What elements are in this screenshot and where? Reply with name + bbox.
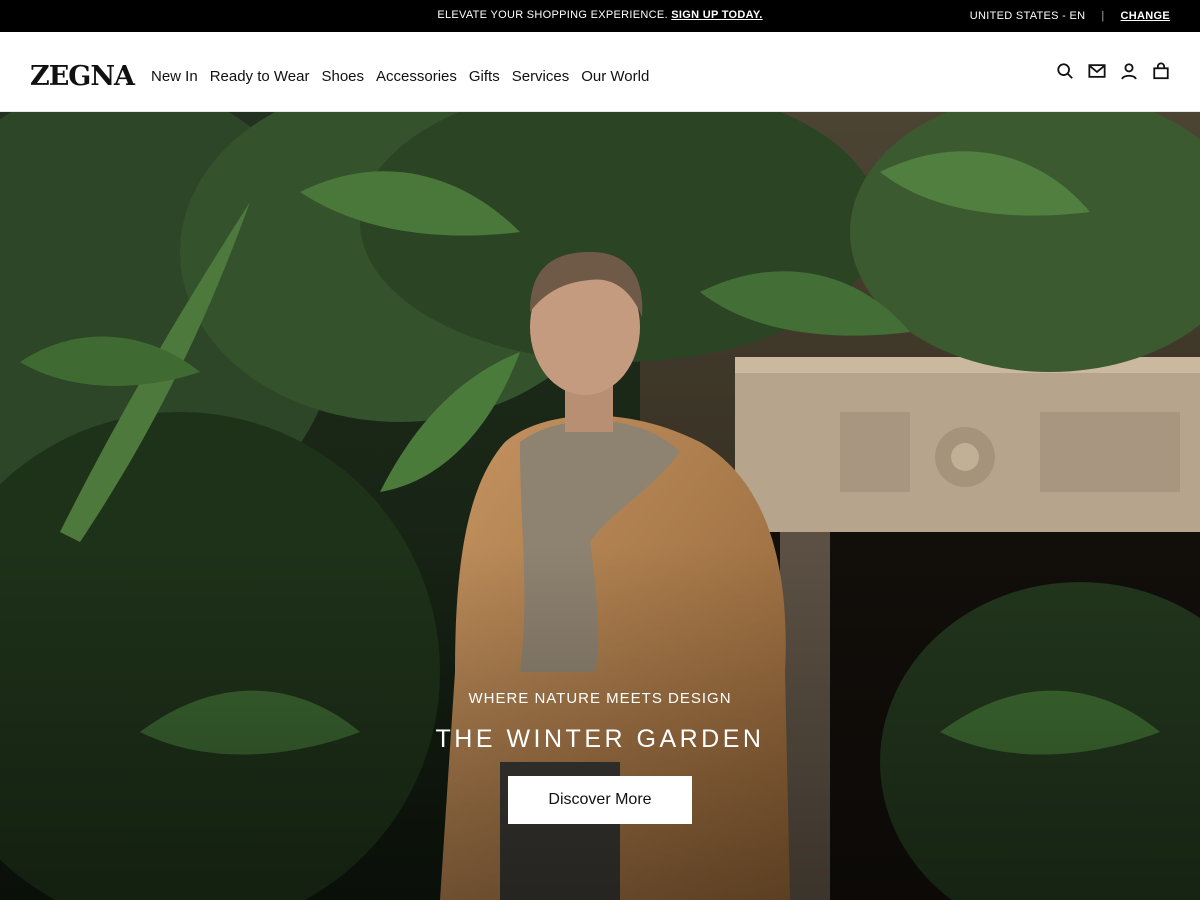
nav-item-our-world[interactable]: Our World xyxy=(581,66,649,88)
hero-banner[interactable]: WHERE NATURE MEETS DESIGN THE WINTER GAR… xyxy=(0,112,1200,900)
nav-item-services[interactable]: Services xyxy=(512,66,570,88)
hero-eyebrow: WHERE NATURE MEETS DESIGN xyxy=(468,690,732,707)
discover-more-button[interactable]: Discover More xyxy=(508,776,692,824)
brand-logo[interactable]: ZEGNA xyxy=(30,60,135,94)
sign-up-link[interactable]: SIGN UP TODAY. xyxy=(671,9,762,21)
nav-item-shoes[interactable]: Shoes xyxy=(321,66,364,88)
main-nav: New In Ready to Wear Shoes Accessories G… xyxy=(151,66,649,88)
promo-bar: ELEVATE YOUR SHOPPING EXPERIENCE. SIGN U… xyxy=(0,0,1200,32)
bag-icon[interactable] xyxy=(1152,61,1170,81)
locale-selector: UNITED STATES - EN | CHANGE xyxy=(970,0,1170,32)
account-icon[interactable] xyxy=(1120,61,1138,81)
change-locale-link[interactable]: CHANGE xyxy=(1121,1,1170,32)
site-header: ZEGNA New In Ready to Wear Shoes Accesso… xyxy=(0,32,1200,112)
nav-item-ready-to-wear[interactable]: Ready to Wear xyxy=(210,66,310,88)
hero-headline: THE WINTER GARDEN xyxy=(435,725,765,753)
promo-message: ELEVATE YOUR SHOPPING EXPERIENCE. xyxy=(437,9,668,21)
nav-item-new-in[interactable]: New In xyxy=(151,66,198,88)
nav-item-gifts[interactable]: Gifts xyxy=(469,66,500,88)
mail-icon[interactable] xyxy=(1088,61,1106,81)
nav-item-accessories[interactable]: Accessories xyxy=(376,66,457,88)
header-actions xyxy=(1056,61,1170,81)
hero-content: WHERE NATURE MEETS DESIGN THE WINTER GAR… xyxy=(0,688,1200,824)
search-icon[interactable] xyxy=(1056,61,1074,81)
locale-label: UNITED STATES - EN xyxy=(969,9,1086,22)
locale-divider: | xyxy=(1101,9,1105,22)
